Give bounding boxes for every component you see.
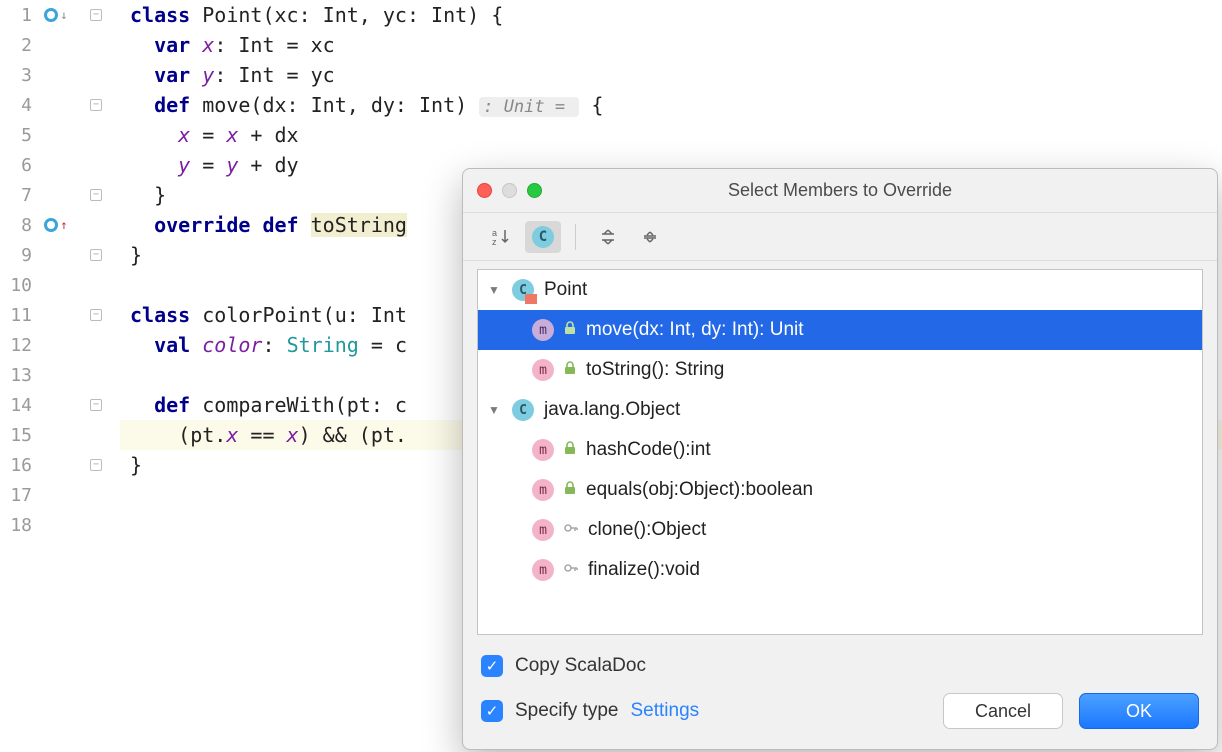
svg-text:z: z xyxy=(492,237,497,247)
tree-label: move(dx: Int, dy: Int): Unit xyxy=(586,319,804,341)
code-line[interactable]: var x: Int = xc xyxy=(120,30,1222,60)
button-row: Cancel OK xyxy=(943,693,1199,729)
tree-label: toString(): String xyxy=(586,359,724,381)
line-number: 6 xyxy=(0,155,36,176)
lock-icon xyxy=(564,481,576,499)
line-number: 2 xyxy=(0,35,36,56)
line-number: 9 xyxy=(0,245,36,266)
code-line[interactable]: x = x + dx xyxy=(120,120,1222,150)
gutter-marker[interactable]: ↑ xyxy=(36,218,76,232)
chevron-down-icon[interactable]: ▼ xyxy=(488,403,502,417)
tree-method-node[interactable]: m move(dx: Int, dy: Int): Unit xyxy=(478,310,1202,350)
sort-alpha-button[interactable]: az xyxy=(483,221,519,253)
tree-class-node[interactable]: ▼ Cjava.lang.Object xyxy=(478,390,1202,430)
fold-handle[interactable]: − xyxy=(76,309,116,321)
line-number: 11 xyxy=(0,305,36,326)
line-number: 1 xyxy=(0,5,36,26)
tree-label: java.lang.Object xyxy=(544,399,680,421)
line-number: 13 xyxy=(0,365,36,386)
gutter: 1↓−234−567−8↑9−1011−121314−1516−1718 xyxy=(0,0,120,752)
group-by-class-button[interactable]: C xyxy=(525,221,561,253)
tree-method-node[interactable]: m equals(obj:Object):boolean xyxy=(478,470,1202,510)
line-number: 14 xyxy=(0,395,36,416)
fold-handle[interactable]: − xyxy=(76,9,116,21)
line-number: 8 xyxy=(0,215,36,236)
class-icon: C xyxy=(512,279,534,301)
method-icon: m xyxy=(532,319,554,341)
dialog-toolbar: az C xyxy=(463,213,1217,261)
dialog-footer: ✓ Copy ScalaDoc ✓ Specify type Settings … xyxy=(463,643,1217,749)
lock-icon xyxy=(564,321,576,339)
code-line[interactable]: def move(dx: Int, dy: Int) : Unit = { xyxy=(120,90,1222,120)
copy-scaladoc-checkbox[interactable]: ✓ Copy ScalaDoc xyxy=(481,655,1199,677)
line-number: 10 xyxy=(0,275,36,296)
chevron-down-icon[interactable]: ▼ xyxy=(488,283,502,297)
line-number: 15 xyxy=(0,425,36,446)
line-number: 4 xyxy=(0,95,36,116)
checkbox-icon: ✓ xyxy=(481,655,503,677)
member-tree[interactable]: ▼ C Point m move(dx: Int, dy: Int): Unit m toS… xyxy=(477,269,1203,635)
override-dialog: Select Members to Override az C ▼ C Point m… xyxy=(462,168,1218,750)
tree-label: equals(obj:Object):boolean xyxy=(586,479,813,501)
tree-method-node[interactable]: m toString(): String xyxy=(478,350,1202,390)
collapse-all-button[interactable] xyxy=(632,221,668,253)
fold-handle[interactable]: − xyxy=(76,189,116,201)
tree-class-node[interactable]: ▼ C Point xyxy=(478,270,1202,310)
tree-label: clone():Object xyxy=(588,519,706,541)
method-icon: m xyxy=(532,519,554,541)
lock-icon xyxy=(564,361,576,379)
line-number: 17 xyxy=(0,485,36,506)
fold-handle[interactable]: − xyxy=(76,459,116,471)
copy-scaladoc-label: Copy ScalaDoc xyxy=(515,655,646,677)
ok-button[interactable]: OK xyxy=(1079,693,1199,729)
key-icon xyxy=(564,521,578,539)
settings-link[interactable]: Settings xyxy=(631,700,700,722)
tree-method-node[interactable]: m finalize():void xyxy=(478,550,1202,590)
tree-label: Point xyxy=(544,279,587,301)
code-line[interactable]: var y: Int = yc xyxy=(120,60,1222,90)
tree-label: hashCode():int xyxy=(586,439,711,461)
separator xyxy=(575,224,576,250)
tree-method-node[interactable]: m hashCode():int xyxy=(478,430,1202,470)
fold-handle[interactable]: − xyxy=(76,399,116,411)
line-number: 7 xyxy=(0,185,36,206)
tree-label: finalize():void xyxy=(588,559,700,581)
line-number: 18 xyxy=(0,515,36,536)
line-number: 5 xyxy=(0,125,36,146)
fold-handle[interactable]: − xyxy=(76,249,116,261)
method-icon: m xyxy=(532,479,554,501)
line-number: 16 xyxy=(0,455,36,476)
line-number: 12 xyxy=(0,335,36,356)
fold-handle[interactable]: − xyxy=(76,99,116,111)
line-number: 3 xyxy=(0,65,36,86)
expand-all-button[interactable] xyxy=(590,221,626,253)
method-icon: m xyxy=(532,359,554,381)
specify-type-label: Specify type xyxy=(515,700,619,722)
specify-type-checkbox[interactable]: ✓ Specify type Settings xyxy=(481,700,699,722)
code-line[interactable]: class Point(xc: Int, yc: Int) { xyxy=(120,0,1222,30)
tree-method-node[interactable]: m clone():Object xyxy=(478,510,1202,550)
class-icon: C xyxy=(512,399,534,421)
checkbox-icon: ✓ xyxy=(481,700,503,722)
cancel-button[interactable]: Cancel xyxy=(943,693,1063,729)
method-icon: m xyxy=(532,559,554,581)
lock-icon xyxy=(564,441,576,459)
titlebar: Select Members to Override xyxy=(463,169,1217,213)
gutter-marker[interactable]: ↓ xyxy=(36,8,76,22)
dialog-title: Select Members to Override xyxy=(463,180,1217,201)
key-icon xyxy=(564,561,578,579)
method-icon: m xyxy=(532,439,554,461)
